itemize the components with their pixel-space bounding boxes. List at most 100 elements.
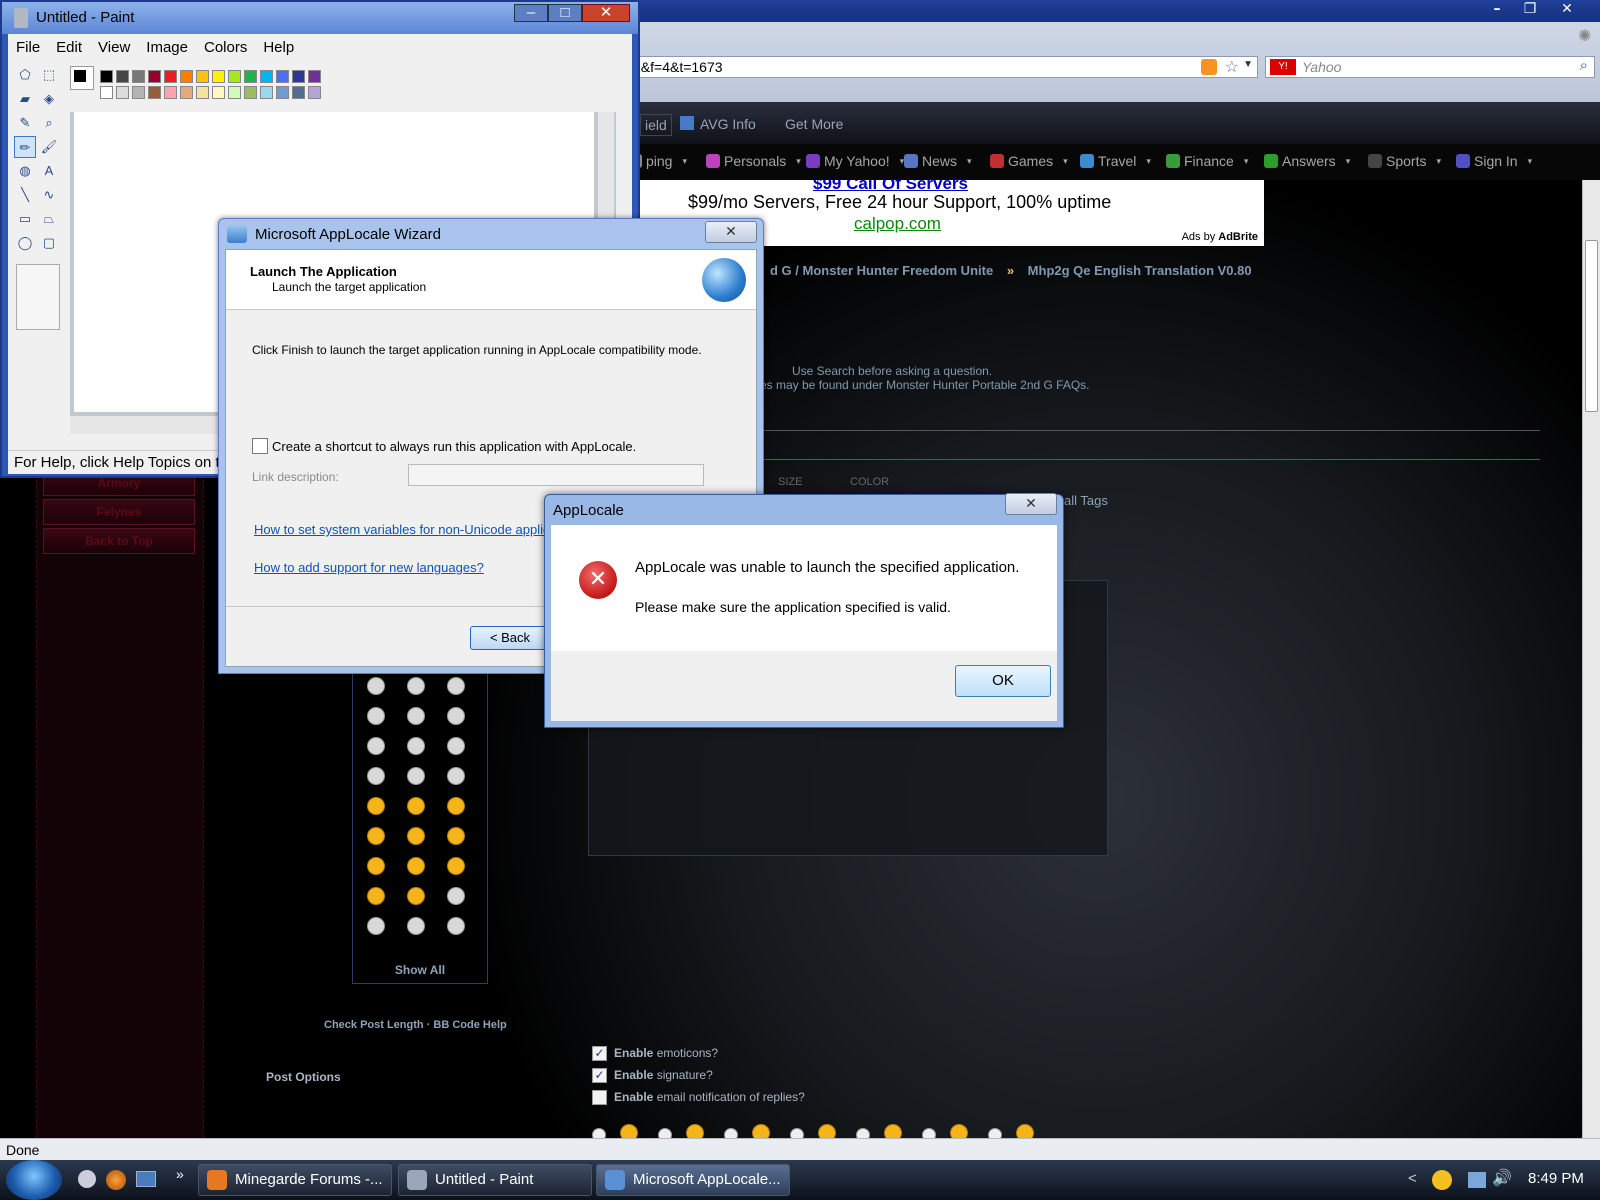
palette-swatch[interactable] <box>244 70 257 83</box>
dropdown-icon[interactable]: ▼ <box>1243 59 1253 70</box>
smiley-icon[interactable] <box>447 707 465 725</box>
chevron-down-icon[interactable]: ▾ <box>1346 156 1351 167</box>
paint-titlebar[interactable]: Untitled - Paint – □ ✕ <box>2 2 638 34</box>
paint-menu-edit[interactable]: Edit <box>56 39 82 56</box>
show-all-link[interactable]: Show All <box>353 963 487 977</box>
search-field[interactable]: Y! Yahoo ⌕ <box>1265 56 1595 78</box>
toolbar-item-sign-in[interactable]: Sign In ▾ <box>1456 153 1532 169</box>
chevron-down-icon[interactable]: ▾ <box>1528 156 1533 167</box>
paint-menu-image[interactable]: Image <box>146 39 188 56</box>
smiley-icon[interactable] <box>367 677 385 695</box>
check-length-link[interactable]: Check Post Length <box>324 1019 424 1031</box>
palette-swatch[interactable] <box>132 70 145 83</box>
canvas-hscroll[interactable] <box>70 416 240 434</box>
taskbar-button[interactable]: Untitled - Paint <box>398 1164 592 1196</box>
restore-icon[interactable]: ❐ <box>1515 0 1545 20</box>
emoticon-radio[interactable] <box>658 1128 672 1138</box>
close-icon[interactable]: ✕ <box>1552 0 1582 20</box>
palette-swatch[interactable] <box>212 70 225 83</box>
add-languages-link[interactable]: How to add support for new languages? <box>254 560 484 575</box>
smiley-icon[interactable] <box>447 917 465 935</box>
smiley-icon[interactable] <box>407 917 425 935</box>
breadcrumb-thread[interactable]: Mhp2g Qe English Translation V0.80 <box>1028 263 1252 278</box>
applocale-error-dialog[interactable]: AppLocale ✕ ✕ AppLocale was unable to la… <box>544 493 1064 728</box>
volume-tray-icon[interactable]: 🔊 <box>1492 1168 1512 1188</box>
pencil-tool-icon[interactable]: ✏ <box>14 136 36 158</box>
palette-swatch[interactable] <box>276 86 289 99</box>
smiley-icon[interactable] <box>407 707 425 725</box>
smiley-icon[interactable] <box>367 737 385 755</box>
address-bar[interactable]: 2&f=4&t=1673 ☆ ▼ <box>628 56 1258 78</box>
show-desktop-icon[interactable] <box>136 1171 156 1187</box>
magnifier-tool-icon[interactable]: ⌕ <box>38 112 60 134</box>
start-button[interactable] <box>6 1160 62 1200</box>
chevron-down-icon[interactable]: ▾ <box>1063 156 1068 167</box>
palette-swatch[interactable] <box>228 86 241 99</box>
rect-select-tool-icon[interactable]: ⬚ <box>38 64 60 86</box>
shortcut-checkbox[interactable] <box>252 438 268 454</box>
palette-swatch[interactable] <box>308 86 321 99</box>
toolbar-shield[interactable]: ield <box>640 114 672 136</box>
fill-tool-icon[interactable]: ◈ <box>38 88 60 110</box>
smiley-icon[interactable] <box>447 857 465 875</box>
smiley-icon[interactable] <box>367 857 385 875</box>
palette-swatch[interactable] <box>212 86 225 99</box>
palette-swatch[interactable] <box>292 70 305 83</box>
polygon-tool-icon[interactable]: ⏢ <box>38 208 60 230</box>
ellipse-tool-icon[interactable]: ◯ <box>14 232 36 254</box>
scrollbar-thumb[interactable] <box>1585 240 1598 412</box>
palette-swatch[interactable] <box>228 70 241 83</box>
line-tool-icon[interactable]: ╲ <box>14 184 36 206</box>
option-checkbox[interactable]: ✓ <box>592 1046 607 1061</box>
palette-swatch[interactable] <box>196 70 209 83</box>
palette-swatch[interactable] <box>260 70 273 83</box>
rss-icon[interactable] <box>1201 59 1217 75</box>
airbrush-tool-icon[interactable]: ◍ <box>14 160 36 182</box>
emoticon-radio[interactable] <box>856 1128 870 1138</box>
toolbar-avg-info[interactable]: AVG Info <box>700 116 756 132</box>
palette-swatch[interactable] <box>276 70 289 83</box>
picker-tool-icon[interactable]: ✎ <box>14 112 36 134</box>
emoticon-radio[interactable] <box>592 1128 606 1138</box>
palette-swatch[interactable] <box>164 86 177 99</box>
smiley-icon[interactable] <box>367 917 385 935</box>
messenger-tray-icon[interactable] <box>1432 1170 1452 1190</box>
sidebar-item-back-to-top[interactable]: Back to Top <box>43 528 195 554</box>
emoticon-radio[interactable] <box>922 1128 936 1138</box>
chevron-down-icon[interactable]: ▾ <box>796 156 801 167</box>
sidebar-item-felynes[interactable]: Felynes <box>43 499 195 525</box>
chevron-down-icon[interactable]: ▾ <box>1146 156 1151 167</box>
toolbar-item-answers[interactable]: Answers ▾ <box>1264 153 1350 169</box>
close-icon[interactable]: ✕ <box>582 4 630 22</box>
taskbar-button[interactable]: Minegarde Forums -... <box>198 1164 392 1196</box>
smiley-icon[interactable] <box>367 827 385 845</box>
palette-swatch[interactable] <box>100 70 113 83</box>
paint-menu-view[interactable]: View <box>98 39 130 56</box>
ok-button[interactable]: OK <box>955 665 1051 697</box>
palette-swatch[interactable] <box>196 86 209 99</box>
chevron-down-icon[interactable]: ▾ <box>1244 156 1249 167</box>
smiley-icon[interactable] <box>407 677 425 695</box>
ad-domain[interactable]: calpop.com <box>854 214 941 234</box>
rectangle-tool-icon[interactable]: ▭ <box>14 208 36 230</box>
emoticon-radio[interactable] <box>790 1128 804 1138</box>
toolbar-item-finance[interactable]: Finance ▾ <box>1166 153 1248 169</box>
toolbar-item-news[interactable]: News ▾ <box>904 153 972 169</box>
paint-menu-help[interactable]: Help <box>263 39 294 56</box>
text-tool-icon[interactable]: A <box>38 160 60 182</box>
palette-swatch[interactable] <box>148 86 161 99</box>
toolbar-item-my-yahoo-[interactable]: My Yahoo! ▾ <box>806 153 904 169</box>
toolbar-item-games[interactable]: Games ▾ <box>990 153 1068 169</box>
search-icon[interactable]: ⌕ <box>1580 57 1588 74</box>
option-checkbox[interactable] <box>592 1090 607 1105</box>
page-scrollbar[interactable] <box>1582 180 1600 1138</box>
smiley-icon[interactable] <box>447 887 465 905</box>
breadcrumb-forum[interactable]: d G / Monster Hunter Freedom Unite <box>770 263 993 278</box>
paint-menu-file[interactable]: File <box>16 39 40 56</box>
bbcode-help-link[interactable]: BB Code Help <box>433 1019 506 1031</box>
curve-tool-icon[interactable]: ∿ <box>38 184 60 206</box>
network-tray-icon[interactable] <box>1468 1172 1486 1188</box>
chevron-down-icon[interactable]: ▾ <box>1436 156 1441 167</box>
minimize-icon[interactable]: – <box>514 4 548 22</box>
size-select[interactable]: SIZE <box>778 476 802 488</box>
